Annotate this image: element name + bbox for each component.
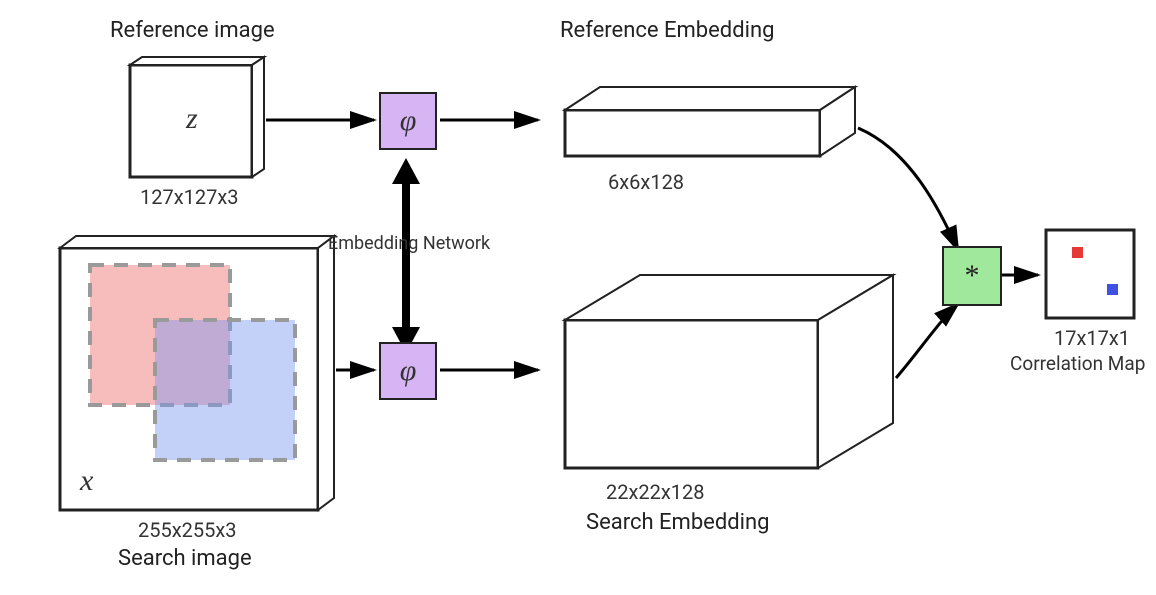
reference-embedding-cuboid xyxy=(565,87,855,156)
phi-box-bottom: φ xyxy=(379,342,437,400)
reference-image-block xyxy=(130,57,264,177)
search-image-block xyxy=(60,236,334,510)
phi-box-top: φ xyxy=(379,92,437,150)
correlation-map-dims: 17x17x1 xyxy=(1054,326,1130,350)
reference-image-title: Reference image xyxy=(110,18,275,43)
reference-embedding-title: Reference Embedding xyxy=(560,18,774,43)
arrow-refembed-to-op xyxy=(858,128,958,250)
search-symbol: x xyxy=(79,464,94,497)
search-image-title: Search image xyxy=(118,546,252,571)
arrow-searchembed-to-op xyxy=(896,304,958,378)
diagram-canvas: z x xyxy=(0,0,1156,595)
reference-embedding-dims: 6x6x128 xyxy=(608,170,684,194)
search-embedding-cuboid xyxy=(565,275,893,468)
correlation-map-block xyxy=(1046,230,1134,318)
correlation-map-title: Correlation Map xyxy=(1010,352,1145,375)
embedding-network-double-arrow xyxy=(392,158,420,353)
embedding-network-label: Embedding Network xyxy=(328,233,490,254)
reference-symbol: z xyxy=(185,102,198,135)
reference-image-dims: 127x127x3 xyxy=(140,185,239,209)
search-image-dims: 255x255x3 xyxy=(138,518,237,542)
search-embedding-dims: 22x22x128 xyxy=(606,480,705,504)
correlation-op-box: * xyxy=(942,246,1002,306)
search-embedding-title: Search Embedding xyxy=(586,510,770,535)
